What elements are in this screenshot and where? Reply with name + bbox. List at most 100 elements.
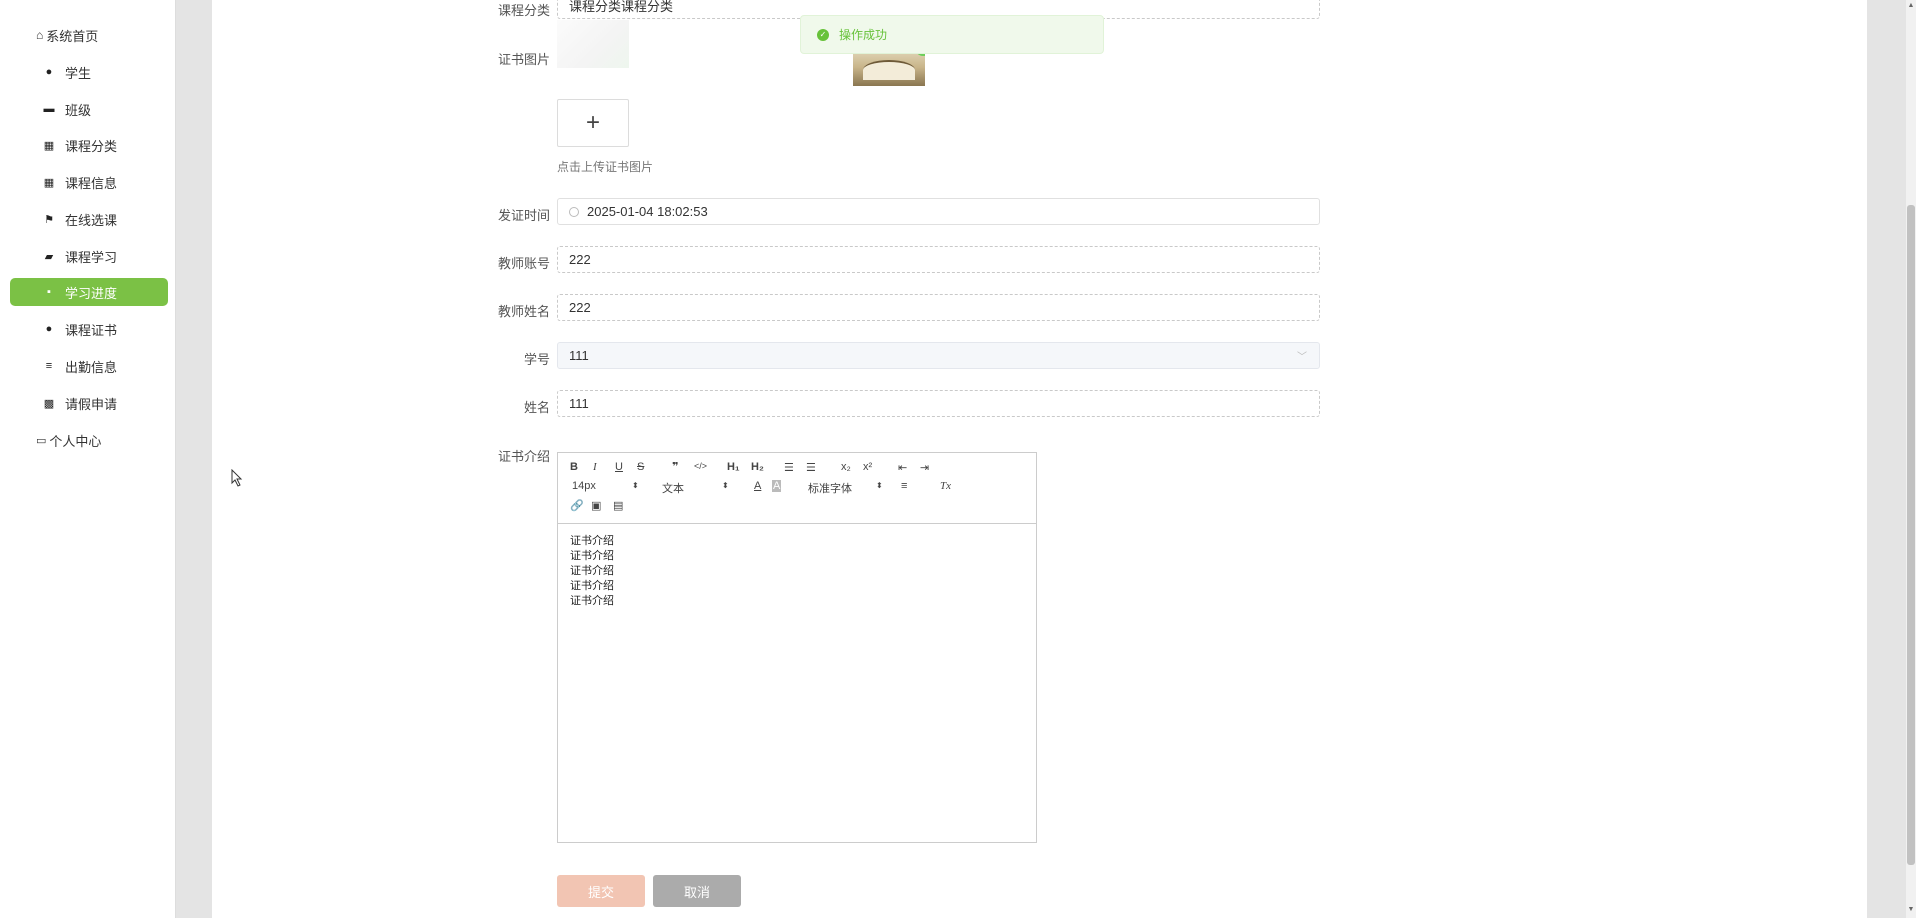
sidebar-item-classes[interactable]: ▬ 班级 [10, 95, 168, 123]
code-icon[interactable]: </> [694, 461, 707, 471]
user-icon: ● [45, 66, 53, 78]
teacher-name-input[interactable]: 222 [557, 294, 1320, 321]
teacher-name-label: 教师姓名 [497, 304, 550, 319]
updown-icon: ⬍ [722, 481, 729, 490]
main-content [212, 0, 1867, 918]
mouse-cursor-icon [231, 469, 243, 487]
sidebar-item-progress[interactable]: ▪ 学习进度 [10, 278, 168, 306]
issue-time-label: 发证时间 [497, 208, 550, 223]
image-label: 证书图片 [497, 52, 550, 67]
updown-icon: ⬍ [632, 481, 639, 490]
chevron-down-icon: ﹀ [1297, 352, 1307, 363]
sidebar: ⌂ 系统首页 ● 学生 ▬ 班级 ▦ 课程分类 ▦ 课程信息 ⚑ 在线选课 ▰ … [0, 0, 176, 918]
underline-icon[interactable]: U [615, 461, 623, 473]
success-toast: ✓ 操作成功 [800, 15, 1104, 54]
person-badge-icon: ● [45, 323, 53, 335]
sidebar-item-leave[interactable]: ▩ 请假申请 [10, 389, 168, 417]
upload-image-button[interactable]: + [557, 99, 629, 147]
subscript-icon[interactable]: x₂ [841, 461, 851, 473]
grid-icon: ▦ [43, 176, 55, 189]
updown-icon: ⬍ [876, 481, 883, 490]
issue-time-value: 2025-01-04 18:02:53 [587, 204, 708, 219]
plus-icon: + [585, 109, 600, 136]
category-label: 课程分类 [497, 3, 550, 18]
link-icon[interactable]: 🔗 [570, 499, 584, 512]
sidebar-item-course-info[interactable]: ▦ 课程信息 [10, 168, 168, 196]
font-family-select[interactable]: 标准字体 ⬍ [808, 480, 888, 496]
clear-format-icon[interactable]: Tx [940, 480, 951, 492]
sidebar-item-label: 课程证书 [65, 322, 118, 338]
teacher-account-label: 教师账号 [497, 256, 550, 271]
upload-tip: 点击上传证书图片 [557, 160, 654, 174]
teacher-account-input[interactable]: 222 [557, 246, 1320, 273]
italic-icon[interactable]: I [593, 461, 597, 473]
quote-icon[interactable]: ❞ [672, 460, 678, 473]
student-name-input[interactable]: 111 [557, 390, 1320, 417]
superscript-icon[interactable]: x² [863, 461, 872, 473]
home-icon: ⌂ [36, 28, 44, 42]
student-no-select[interactable]: 111 ﹀ [557, 342, 1320, 369]
monitor-icon: ▬ [43, 103, 55, 115]
check-circle-icon: ✓ [817, 28, 829, 41]
scroll-up-icon[interactable]: ▲ [1907, 2, 1915, 9]
student-name-value: 111 [569, 396, 589, 411]
content-line: 证书介绍 [570, 580, 614, 592]
chart-icon: ▩ [43, 397, 55, 410]
sidebar-item-online-select[interactable]: ⚑ 在线选课 [10, 205, 168, 233]
scroll-down-icon[interactable]: ▼ [1907, 906, 1915, 913]
ordered-list-icon[interactable]: ☰ [784, 461, 794, 474]
header-2-icon[interactable]: H₂ [751, 461, 764, 473]
bullet-list-icon[interactable]: ☰ [806, 461, 816, 474]
video-icon[interactable]: ▤ [613, 499, 623, 512]
briefcase-icon: ▰ [44, 250, 54, 263]
category-value: 课程分类课程分类 [569, 0, 674, 14]
content-line: 证书介绍 [570, 550, 614, 562]
profile-card-icon: ▭ [36, 434, 47, 447]
sidebar-item-home[interactable]: ⌂ 系统首页 [36, 24, 98, 46]
sidebar-item-label: 学习进度 [65, 285, 118, 301]
cancel-button[interactable]: 取消 [653, 875, 741, 907]
text-style-select[interactable]: 文本 ⬍ [662, 480, 732, 496]
student-no-label: 学号 [523, 352, 550, 367]
grid-icon: ▦ [43, 139, 55, 152]
font-size-select[interactable]: 14px ⬍ [572, 480, 642, 492]
editor-content[interactable]: 证书介绍 证书介绍 证书介绍 证书介绍 证书介绍 [558, 524, 1036, 619]
sidebar-item-label: 学生 [65, 65, 92, 81]
align-left-icon[interactable]: ≡ [901, 480, 907, 492]
list-icon: ≡ [45, 360, 53, 372]
font-color-icon[interactable]: A [754, 480, 761, 492]
teacher-account-value: 222 [569, 252, 591, 267]
outdent-icon[interactable]: ⇤ [898, 461, 907, 474]
intro-label: 证书介绍 [497, 449, 550, 464]
font-family-value: 标准字体 [808, 483, 852, 495]
sidebar-item-label: 在线选课 [65, 212, 118, 228]
scrollbar-thumb[interactable] [1907, 205, 1915, 865]
submit-button[interactable]: 提交 [557, 875, 645, 907]
content-line: 证书介绍 [570, 565, 614, 577]
sidebar-item-label: 课程分类 [65, 138, 118, 154]
font-size-value: 14px [572, 480, 596, 492]
student-no-value: 111 [569, 348, 589, 363]
sidebar-item-attendance[interactable]: ≡ 出勤信息 [10, 352, 168, 380]
editor-toolbar: B I U S ❞ </> H₁ H₂ ☰ ☰ x₂ x² ⇤ ⇥ 14px ⬍… [558, 453, 1036, 524]
sidebar-item-certificate[interactable]: ● 课程证书 [10, 315, 168, 343]
strikethrough-icon[interactable]: S [637, 461, 644, 473]
sidebar-item-label: 个人中心 [49, 433, 102, 449]
certificate-thumbnail-faded [557, 20, 629, 68]
book-image [863, 60, 915, 80]
chat-icon: ▪ [47, 286, 51, 298]
student-name-label: 姓名 [523, 400, 550, 415]
header-1-icon[interactable]: H₁ [727, 461, 740, 473]
sidebar-item-course-category[interactable]: ▦ 课程分类 [10, 131, 168, 159]
bold-icon[interactable]: B [570, 461, 578, 473]
sidebar-item-students[interactable]: ● 学生 [10, 58, 168, 86]
issue-time-picker[interactable]: 2025-01-04 18:02:53 [557, 198, 1320, 225]
toast-message: 操作成功 [839, 28, 888, 42]
background-color-icon[interactable]: A [772, 480, 782, 492]
teacher-name-value: 222 [569, 300, 591, 315]
indent-icon[interactable]: ⇥ [920, 461, 929, 474]
text-style-value: 文本 [662, 483, 684, 495]
image-icon[interactable]: ▣ [591, 499, 601, 512]
sidebar-item-profile[interactable]: ▭ 个人中心 [36, 429, 101, 451]
sidebar-item-course-study[interactable]: ▰ 课程学习 [10, 242, 168, 270]
